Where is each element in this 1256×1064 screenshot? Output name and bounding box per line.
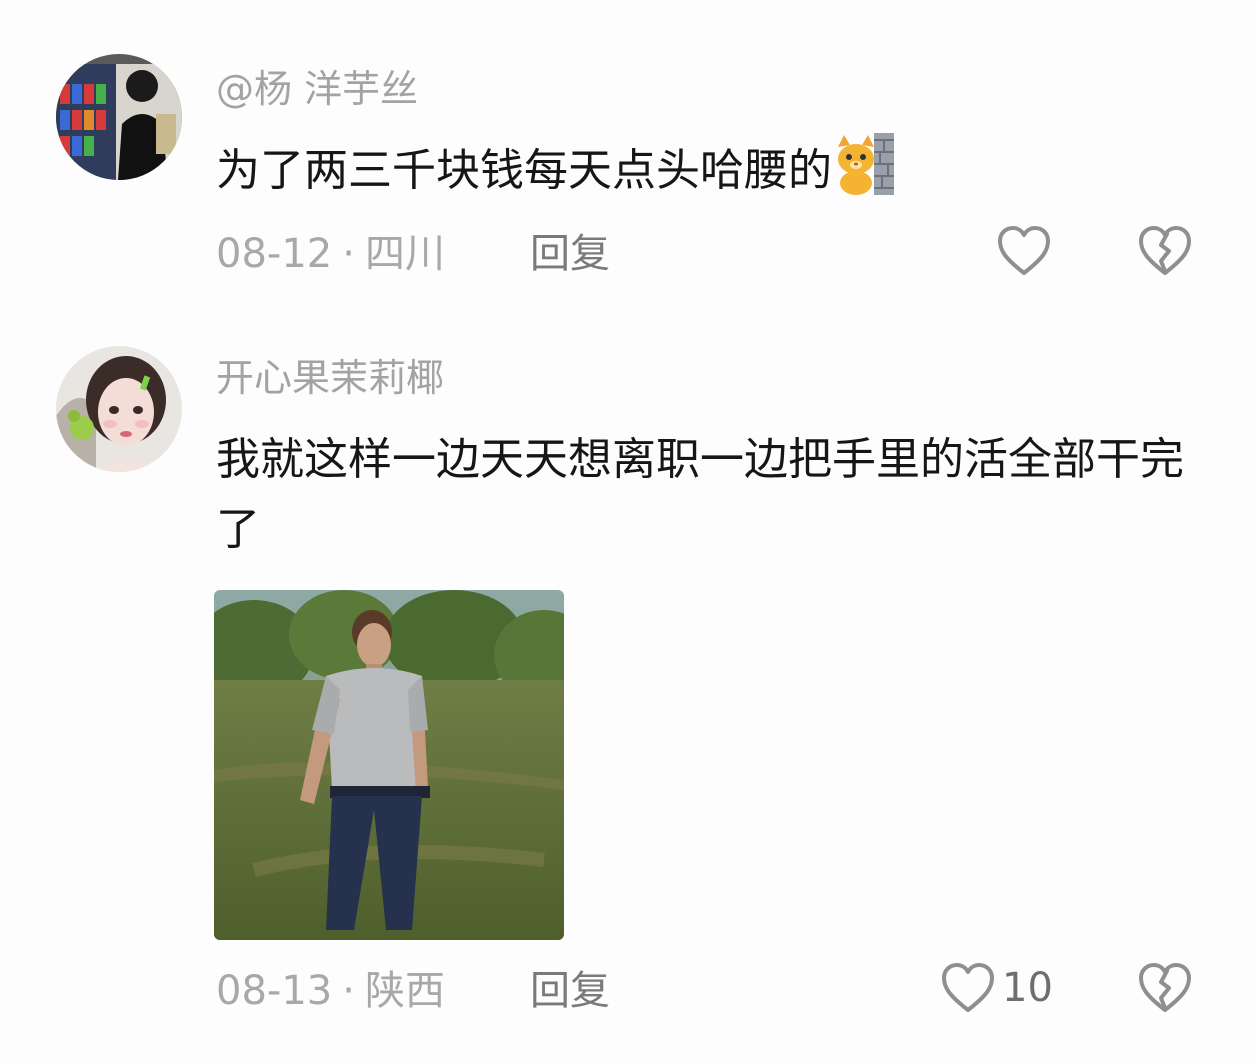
- like-button[interactable]: 10: [940, 962, 1053, 1014]
- dislike-button[interactable]: [1137, 962, 1193, 1018]
- heart-outline-icon: [942, 963, 994, 1012]
- reply-button[interactable]: 回复: [530, 966, 610, 1016]
- man-walking-in-field-image: [214, 590, 564, 940]
- comment-username[interactable]: 开心果茉莉椰: [216, 355, 444, 401]
- comment-meta: 08-13 · 陕西: [216, 966, 445, 1016]
- broken-heart-icon: [1139, 963, 1191, 1012]
- comment-location: 陕西: [364, 968, 445, 1014]
- comment-image[interactable]: [214, 590, 564, 940]
- comment-item: 开心果茉莉椰 我就这样一边天天想离职一边把手里的活全部干完了 08-13 · 陕…: [0, 0, 1256, 1064]
- comment-text: 我就这样一边天天想离职一边把手里的活全部干完了: [216, 434, 1184, 555]
- avatar-image: [56, 346, 182, 472]
- meta-separator: ·: [342, 968, 355, 1014]
- user-avatar[interactable]: [56, 346, 182, 472]
- comment-date: 08-13: [216, 968, 333, 1014]
- like-count: 10: [1002, 965, 1053, 1011]
